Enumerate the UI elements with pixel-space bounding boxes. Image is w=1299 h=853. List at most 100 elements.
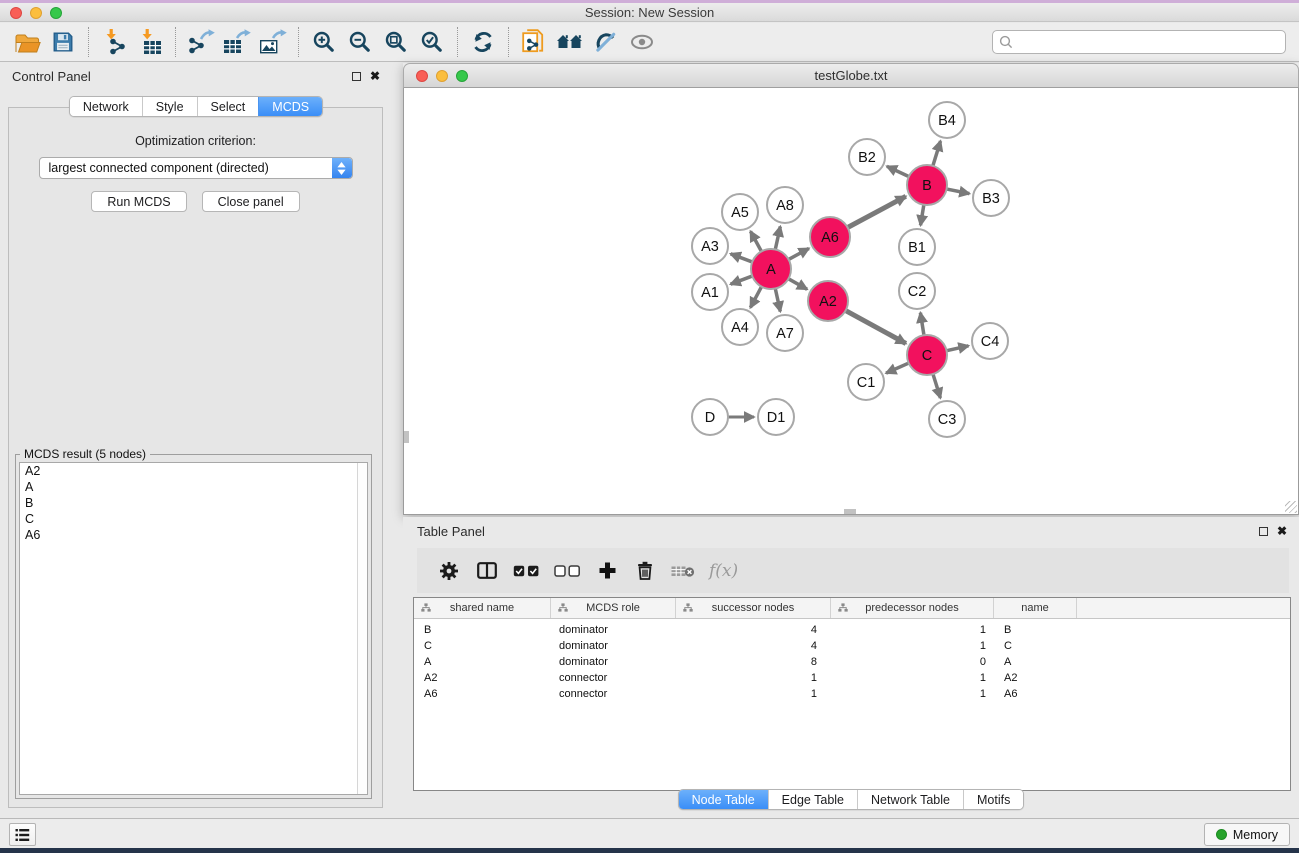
result-scrollbar[interactable] [357, 463, 367, 794]
graph-edge-B-B4[interactable] [933, 141, 941, 167]
graph-node-A3[interactable]: A3 [692, 228, 728, 264]
column-header-predecessor-nodes[interactable]: predecessor nodes [831, 598, 994, 618]
hide-graphics-details-icon[interactable] [588, 26, 624, 58]
column-header-name[interactable]: name [994, 598, 1077, 618]
graph-node-A2[interactable]: A2 [808, 281, 848, 321]
graph-node-B4[interactable]: B4 [929, 102, 965, 138]
graph-node-A8[interactable]: A8 [767, 187, 803, 223]
export-network-icon[interactable] [183, 26, 219, 58]
table-row[interactable]: A2connector11A2 [414, 670, 1290, 686]
graph-node-C1[interactable]: C1 [848, 364, 884, 400]
graph-node-D1[interactable]: D1 [758, 399, 794, 435]
graph-edge-A2-C[interactable] [845, 310, 906, 343]
column-settings-icon[interactable] [437, 558, 461, 584]
graph-node-A4[interactable]: A4 [722, 309, 758, 345]
graph-node-D[interactable]: D [692, 399, 728, 435]
open-session-icon[interactable] [9, 26, 45, 58]
table-row[interactable]: Cdominator41C [414, 638, 1290, 654]
duplicate-network-icon[interactable] [516, 26, 552, 58]
graph-edge-A-A4[interactable] [750, 286, 762, 308]
graph-node-A[interactable]: A [751, 249, 791, 289]
mcds-result-item-a6[interactable]: A6 [20, 527, 367, 543]
zoom-fit-icon[interactable] [378, 26, 414, 58]
save-session-icon[interactable] [45, 26, 81, 58]
birds-eye-view-icon[interactable] [624, 26, 660, 58]
graph-edge-B-B3[interactable] [946, 189, 970, 194]
import-table-icon[interactable] [132, 26, 168, 58]
tab-select[interactable]: Select [197, 97, 259, 116]
graph-edge-A-A1[interactable] [731, 276, 754, 285]
export-image-icon[interactable] [255, 26, 291, 58]
canvas-vscroll-thumb[interactable] [404, 431, 409, 443]
graph-node-C3[interactable]: C3 [929, 401, 965, 437]
search-field[interactable] [992, 30, 1286, 54]
graph-edge-A-A2[interactable] [788, 278, 808, 289]
resize-grip-icon[interactable] [1285, 501, 1297, 513]
tab-mcds[interactable]: MCDS [258, 97, 322, 116]
refresh-layout-icon[interactable] [465, 26, 501, 58]
delete-rows-icon[interactable] [633, 558, 657, 584]
graph-edge-A-A5[interactable] [751, 231, 762, 252]
graph-node-C4[interactable]: C4 [972, 323, 1008, 359]
tab-motifs[interactable]: Motifs [963, 790, 1023, 809]
run-mcds-button[interactable]: Run MCDS [91, 191, 186, 212]
tab-network[interactable]: Network [70, 97, 142, 116]
close-panel-button[interactable]: Close panel [202, 191, 300, 212]
graph-edge-A-A7[interactable] [775, 288, 780, 312]
graph-edge-A-A6[interactable] [788, 248, 809, 260]
select-all-icon[interactable] [513, 558, 540, 584]
graph-node-B[interactable]: B [907, 165, 947, 205]
graph-node-B3[interactable]: B3 [973, 180, 1009, 216]
add-row-icon[interactable] [595, 558, 619, 584]
split-view-icon[interactable] [475, 558, 499, 584]
tab-network-table[interactable]: Network Table [857, 790, 963, 809]
graph-node-C[interactable]: C [907, 335, 947, 375]
graph-node-A5[interactable]: A5 [722, 194, 758, 230]
graph-edge-C-C3[interactable] [933, 373, 941, 398]
memory-button[interactable]: Memory [1204, 823, 1290, 846]
graph-node-B1[interactable]: B1 [899, 229, 935, 265]
graph-edge-C-C2[interactable] [920, 313, 924, 337]
network-window-titlebar[interactable]: testGlobe.txt [403, 63, 1299, 88]
close-table-panel-icon[interactable]: ✖ [1277, 525, 1287, 537]
home-view-icon[interactable] [552, 26, 588, 58]
graph-node-A6[interactable]: A6 [810, 217, 850, 257]
graph-node-B2[interactable]: B2 [849, 139, 885, 175]
float-table-panel-icon[interactable] [1259, 527, 1268, 536]
show-panel-list-button[interactable] [9, 823, 36, 846]
column-header-successor-nodes[interactable]: successor nodes [676, 598, 831, 618]
graph-edge-B-B1[interactable] [921, 204, 925, 226]
deselect-all-icon[interactable] [554, 558, 581, 584]
graph-edge-B-B2[interactable] [887, 166, 910, 177]
import-network-icon[interactable] [96, 26, 132, 58]
graph-edge-A-A3[interactable] [731, 254, 754, 262]
tab-edge-table[interactable]: Edge Table [768, 790, 857, 809]
export-table-icon[interactable] [219, 26, 255, 58]
zoom-selected-icon[interactable] [414, 26, 450, 58]
graph-node-A7[interactable]: A7 [767, 315, 803, 351]
graph-edge-A6-B[interactable] [847, 196, 906, 228]
search-input[interactable] [1013, 35, 1279, 49]
node-table[interactable]: shared nameMCDS rolesuccessor nodesprede… [413, 597, 1291, 791]
canvas-hscroll-thumb[interactable] [844, 509, 856, 514]
table-row[interactable]: Bdominator41B [414, 622, 1290, 638]
graph-node-C2[interactable]: C2 [899, 273, 935, 309]
table-row[interactable]: Adominator80A [414, 654, 1290, 670]
float-panel-icon[interactable] [352, 72, 361, 81]
column-header-shared-name[interactable]: shared name [414, 598, 551, 618]
criterion-select[interactable]: largest connected component (directed) [39, 157, 353, 179]
graph-edge-C-C1[interactable] [886, 363, 910, 373]
mcds-result-item-c[interactable]: C [20, 511, 367, 527]
mcds-result-item-a2[interactable]: A2 [20, 463, 367, 479]
zoom-out-icon[interactable] [342, 26, 378, 58]
graph-edge-C-C4[interactable] [946, 346, 969, 351]
column-header-MCDS-role[interactable]: MCDS role [551, 598, 676, 618]
tab-style[interactable]: Style [142, 97, 197, 116]
mcds-result-item-a[interactable]: A [20, 479, 367, 495]
table-row[interactable]: A6connector11A6 [414, 686, 1290, 702]
mcds-result-list[interactable]: A2ABCA6 [19, 462, 368, 795]
close-panel-icon[interactable]: ✖ [370, 70, 380, 82]
graph-node-A1[interactable]: A1 [692, 274, 728, 310]
network-canvas[interactable]: A A1 A2 A3 A4 A5 A6 A7 A8 B B1 B2 B3 B4 C C1 C2 C3 C4 D D1 [403, 88, 1299, 515]
mcds-result-item-b[interactable]: B [20, 495, 367, 511]
